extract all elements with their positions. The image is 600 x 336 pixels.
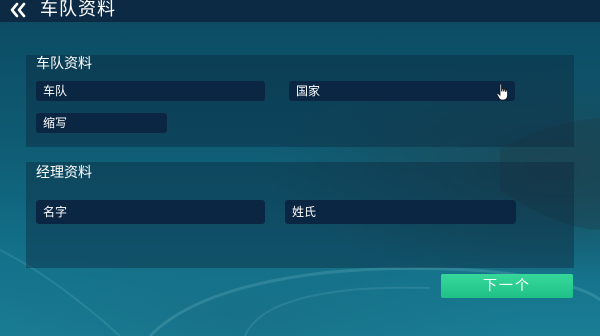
hand-pointer-icon [496, 83, 508, 101]
team-name-placeholder: 车队 [43, 84, 68, 98]
country-field[interactable]: 国家 [289, 81, 515, 101]
first-name-field[interactable]: 名字 [36, 200, 265, 224]
team-section-label: 车队资料 [36, 56, 92, 72]
last-name-field[interactable]: 姓氏 [285, 200, 516, 224]
double-chevron-left-icon[interactable] [8, 1, 28, 19]
first-name-placeholder: 名字 [43, 205, 68, 219]
country-placeholder: 国家 [296, 84, 321, 98]
team-info-panel: 车队资料 车队 国家 缩写 [26, 55, 574, 147]
manager-info-panel: 经理资料 名字 姓氏 [26, 162, 574, 268]
next-button[interactable]: 下一个 [441, 274, 573, 298]
team-name-field[interactable]: 车队 [36, 81, 265, 101]
abbreviation-placeholder: 缩写 [43, 116, 68, 130]
manager-section-label: 经理资料 [36, 165, 92, 181]
page-title: 车队资料 [40, 0, 116, 20]
last-name-placeholder: 姓氏 [292, 205, 317, 219]
abbreviation-field[interactable]: 缩写 [36, 113, 167, 133]
header-bar: 车队资料 [0, 0, 600, 22]
